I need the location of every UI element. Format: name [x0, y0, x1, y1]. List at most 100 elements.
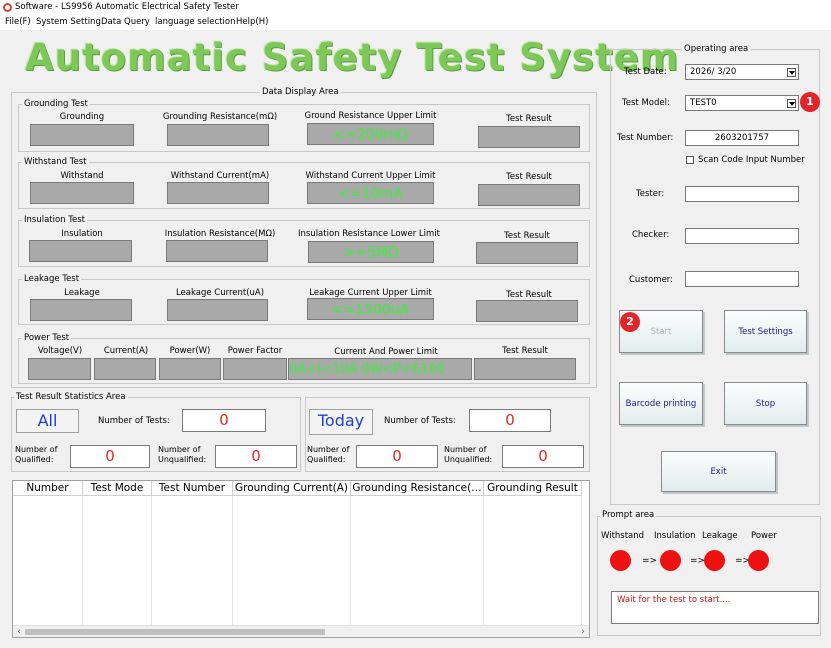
- grounding-test-title: Grounding Test: [22, 99, 90, 109]
- tester-label: Tester:: [636, 189, 665, 199]
- customer-input[interactable]: [685, 271, 799, 287]
- all-unqualified-count: 0: [215, 445, 297, 468]
- withstand-result-value: [478, 184, 580, 206]
- menu-file[interactable]: File(F): [5, 17, 31, 27]
- test-number-input[interactable]: 2603201757: [685, 130, 799, 146]
- voltage-label: Voltage(V): [37, 346, 83, 356]
- grounding-label: Grounding: [59, 112, 105, 122]
- power-label: Power(W): [169, 346, 211, 356]
- scroll-left-icon[interactable]: ‹: [13, 626, 25, 638]
- withstand-value: [30, 182, 134, 204]
- scrollbar-thumb[interactable]: [25, 629, 325, 635]
- power-result-label: Test Result: [502, 346, 548, 356]
- all-unqualified-label: Number of Unqualified:: [158, 445, 207, 464]
- withstand-current-limit-value: <=10mA: [307, 182, 434, 204]
- stop-button[interactable]: Stop: [724, 382, 807, 425]
- ground-resistance-upper-limit-label: Ground Resistance Upper Limit: [304, 111, 437, 121]
- grounding-resistance-label: Grounding Resistance(mΩ): [162, 112, 278, 122]
- today-tests-count: 0: [469, 409, 551, 432]
- leakage-value: [30, 299, 132, 321]
- leakage-current-limit-value: <=1500uA: [307, 298, 434, 320]
- power-test-title: Power Test: [22, 333, 72, 343]
- arrow-icon: =>: [690, 556, 706, 566]
- menu-language-selection[interactable]: language selection: [155, 17, 235, 27]
- today-unqualified-label: Number of Unqualified:: [444, 445, 493, 464]
- checker-label: Checker:: [632, 230, 670, 240]
- insulation-step-label: Insulation: [654, 531, 696, 541]
- current-label: Current(A): [103, 346, 149, 356]
- table-grid-line: [350, 496, 351, 626]
- leakage-current-value: [167, 299, 268, 321]
- prompt-message: Wait for the test to start....: [611, 591, 819, 624]
- statistics-title: Test Result Statistics Area: [14, 392, 128, 402]
- today-tests-label: Number of Tests:: [384, 416, 456, 426]
- withstand-result-label: Test Result: [506, 172, 552, 182]
- ground-resistance-limit-value: <=200mΩ: [307, 123, 434, 145]
- window-title: Software - LS9956 Automatic Electrical S…: [15, 2, 239, 12]
- leakage-test-title: Leakage Test: [22, 274, 82, 284]
- table-header: Number Test Mode Test Number Grounding C…: [13, 481, 582, 496]
- test-date-picker[interactable]: 2026/ 3/20: [685, 64, 799, 80]
- column-grounding-current[interactable]: Grounding Current(A): [233, 481, 351, 496]
- grounding-result-label: Test Result: [506, 114, 552, 124]
- withstand-label: Withstand: [60, 171, 104, 181]
- power-factor-label: Power Factor: [227, 346, 283, 356]
- menu-data-query[interactable]: Data Query: [101, 17, 150, 27]
- tester-input[interactable]: [685, 186, 799, 202]
- grounding-resistance-value: [167, 124, 269, 146]
- dropdown-arrow-icon[interactable]: [787, 99, 796, 108]
- power-step-label: Power: [751, 531, 777, 541]
- test-settings-button[interactable]: Test Settings: [724, 310, 807, 353]
- menu-help[interactable]: Help(H): [236, 17, 268, 27]
- today-label: Today: [309, 409, 373, 435]
- app-icon: [3, 3, 12, 12]
- power-result-value: [474, 358, 576, 380]
- leakage-step-label: Leakage: [702, 531, 738, 541]
- all-qualified-label: Number of Qualified:: [15, 445, 58, 464]
- withstand-test-title: Withstand Test: [22, 157, 89, 167]
- barcode-printing-button[interactable]: Barcode printing: [619, 382, 703, 425]
- step-badge-1: 1: [800, 92, 820, 112]
- today-qualified-label: Number of Qualified:: [307, 445, 350, 464]
- menu-system-setting[interactable]: System Setting: [36, 17, 101, 27]
- insulation-resistance-lower-limit-label: Insulation Resistance Lower Limit: [297, 229, 440, 239]
- checker-input[interactable]: [685, 228, 799, 244]
- title-bar: Software - LS9956 Automatic Electrical S…: [0, 0, 831, 16]
- column-test-number[interactable]: Test Number: [152, 481, 233, 496]
- column-number[interactable]: Number: [13, 481, 83, 496]
- all-label: All: [16, 409, 79, 433]
- withstand-status-indicator: [610, 550, 631, 571]
- leakage-label: Leakage: [64, 288, 100, 298]
- results-table[interactable]: Number Test Mode Test Number Grounding C…: [12, 480, 590, 638]
- insulation-result-label: Test Result: [504, 231, 550, 241]
- insulation-resistance-limit-value: >=5MΩ: [308, 241, 434, 263]
- data-display-area-title: Data Display Area: [260, 87, 341, 97]
- step-badge-2: 2: [620, 312, 640, 332]
- test-model-value: TEST0: [690, 98, 717, 108]
- scan-code-checkbox[interactable]: [686, 156, 694, 164]
- table-grid-line: [232, 496, 233, 626]
- leakage-result-value: [476, 300, 578, 322]
- withstand-current-upper-limit-label: Withstand Current Upper Limit: [305, 171, 436, 181]
- power-value: [159, 358, 221, 380]
- all-tests-count: 0: [182, 409, 266, 432]
- current-and-power-limit-value: 0A<I<10A 0W<P<6100: [288, 358, 472, 380]
- current-and-power-limit-text: 0A<I<10A 0W<P<6100: [289, 362, 446, 377]
- insulation-test-title: Insulation Test: [22, 215, 88, 225]
- withstand-current-label: Withstand Current(mA): [170, 171, 270, 181]
- test-model-label: Test Model:: [622, 98, 670, 108]
- column-grounding-result[interactable]: Grounding Result: [484, 481, 582, 496]
- exit-button[interactable]: Exit: [661, 451, 776, 492]
- withstand-step-label: Withstand: [601, 531, 645, 541]
- column-grounding-resistance[interactable]: Grounding Resistance(…: [351, 481, 484, 496]
- power-factor-value: [223, 358, 287, 380]
- test-model-select[interactable]: TEST0: [685, 95, 799, 111]
- prompt-area-title: Prompt area: [600, 510, 657, 520]
- horizontal-scrollbar[interactable]: ‹ ›: [13, 625, 589, 637]
- column-test-mode[interactable]: Test Mode: [83, 481, 152, 496]
- dropdown-arrow-icon[interactable]: [787, 68, 796, 77]
- withstand-current-value: [167, 182, 269, 204]
- operating-area-title: Operating area: [682, 44, 751, 54]
- scroll-right-icon[interactable]: ›: [577, 626, 589, 638]
- insulation-label: Insulation: [61, 229, 103, 239]
